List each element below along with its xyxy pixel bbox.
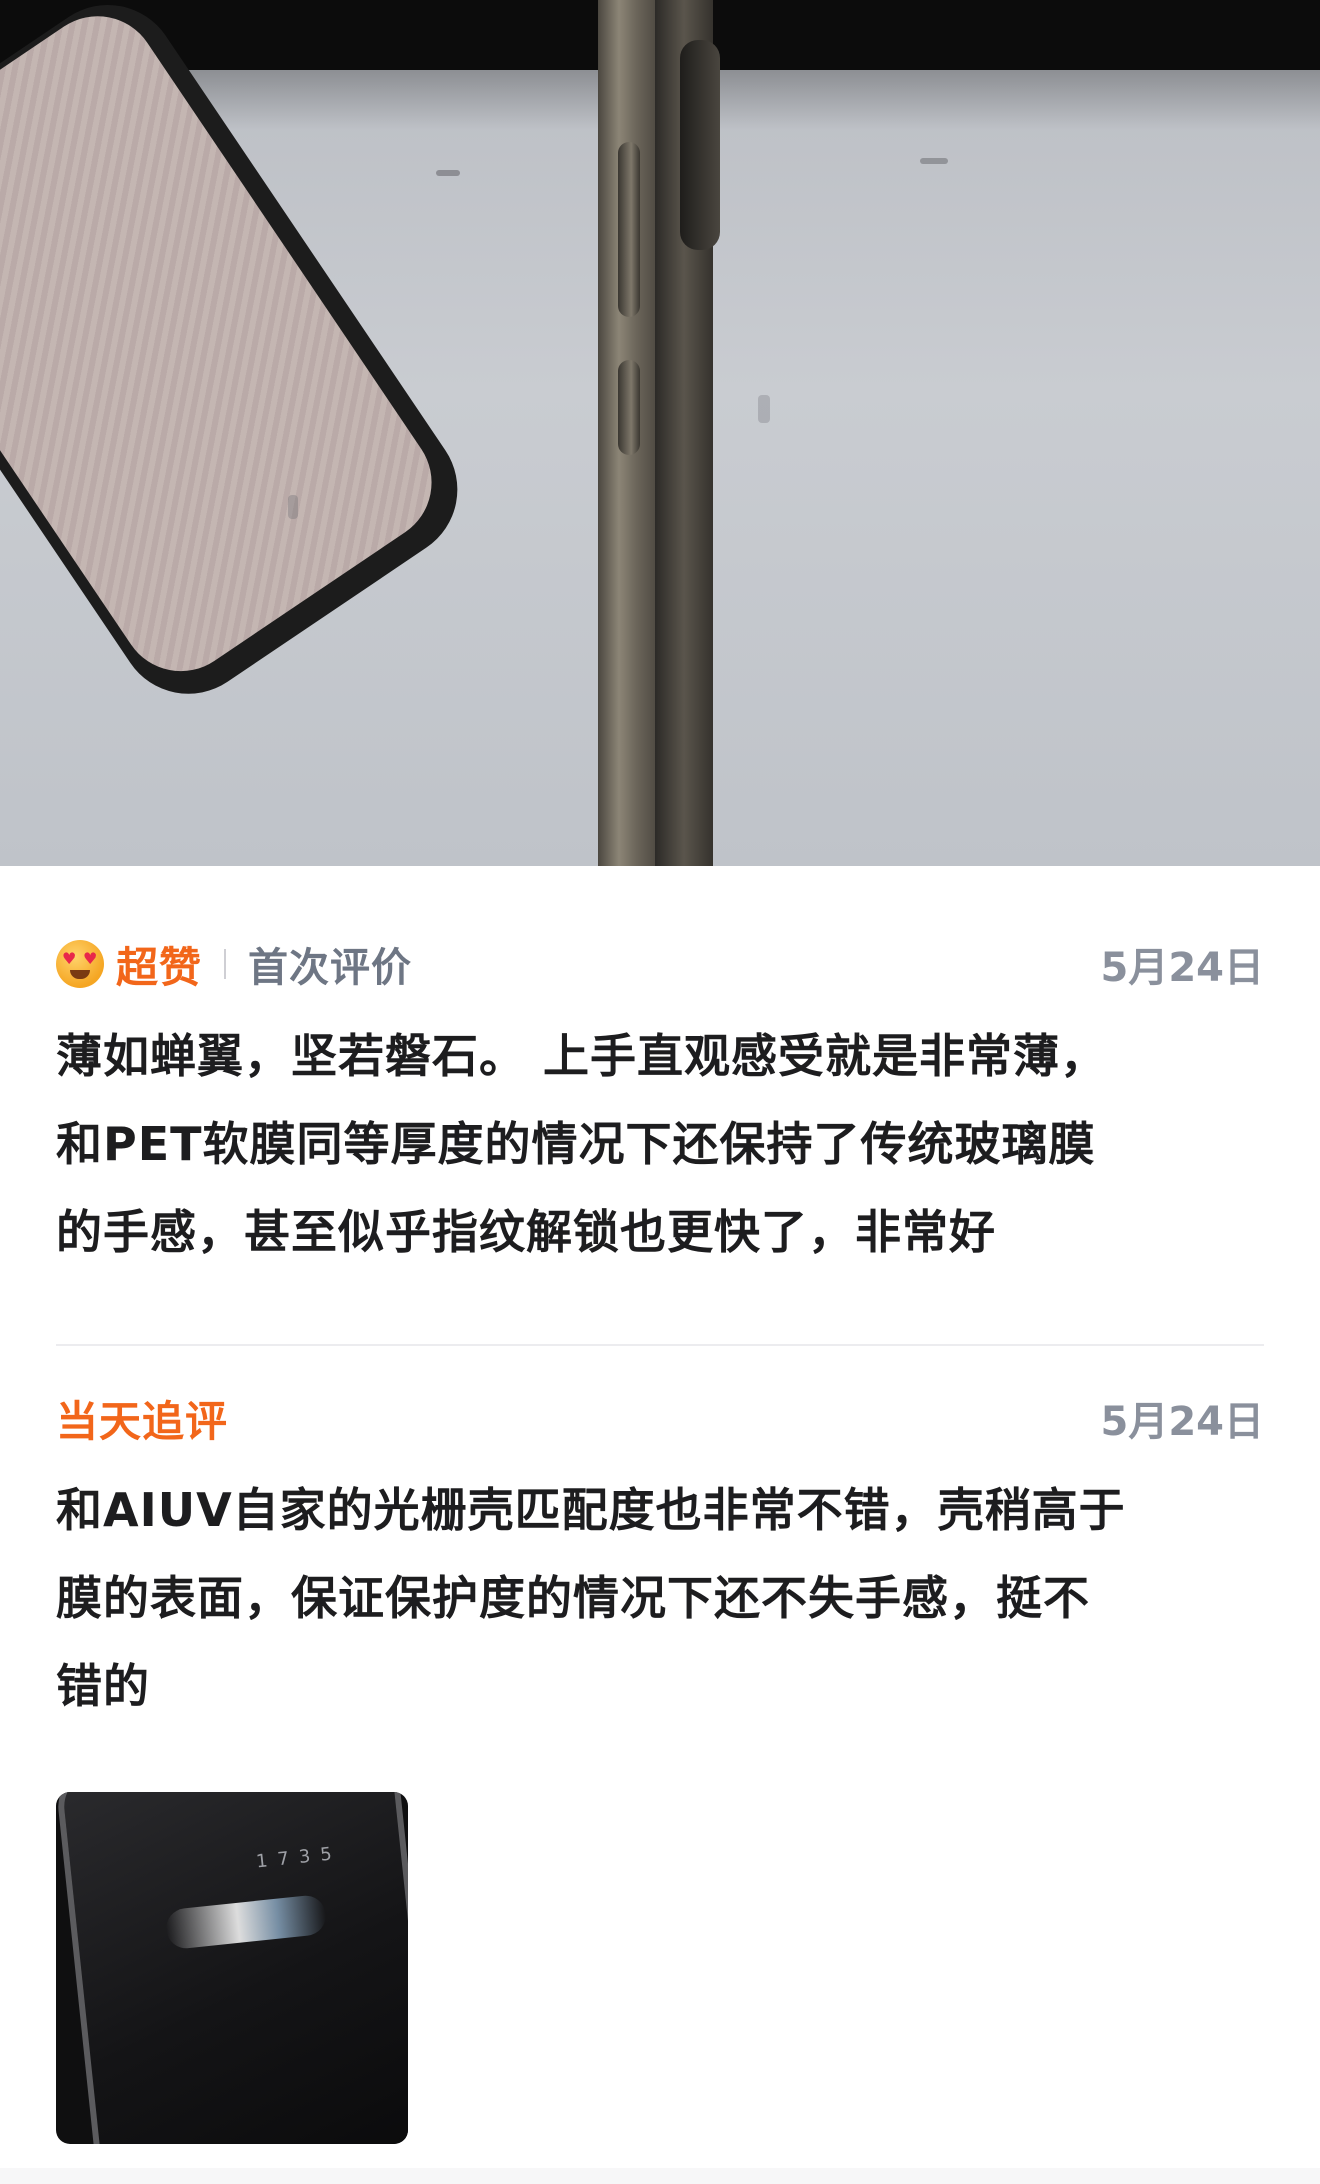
follow-up-label: 当天追评	[56, 1396, 229, 1446]
rating-label: 超赞	[116, 942, 203, 992]
surface-mark	[920, 158, 948, 164]
surface-mark	[758, 395, 770, 423]
review-text: 薄如蝉翼，坚若磐石。 上手直观感受就是非常薄， 和PET软膜同等厚度的情况下还保…	[56, 1012, 1264, 1276]
follow-up-text-line: 和AIUV自家的光栅壳匹配度也非常不错，壳稍高于	[56, 1483, 1126, 1537]
product-photo[interactable]	[0, 0, 1320, 866]
volume-up-button	[618, 142, 640, 317]
phone-screen	[56, 1792, 408, 2144]
smile-icon	[70, 970, 90, 979]
section-divider	[56, 1344, 1264, 1346]
divider	[224, 949, 227, 979]
follow-up-header: 当天追评 5月24日	[56, 1388, 1264, 1448]
review-date: 5月24日	[1100, 945, 1265, 991]
camera-bump	[680, 40, 720, 250]
heart-eyes-emoji-icon: ♥ ♥	[56, 940, 104, 988]
heart-icon: ♥	[83, 949, 98, 968]
follow-up-date: 5月24日	[1100, 1399, 1265, 1445]
surface-mark	[436, 170, 460, 176]
review-header: ♥ ♥ 超赞 首次评价 5月24日	[56, 934, 1264, 994]
heart-icon: ♥	[62, 949, 77, 968]
follow-up-text-line: 膜的表面，保证保护度的情况下还不失手感，挺不	[56, 1571, 1090, 1625]
review-text-line: 的手感，甚至似乎指纹解锁也更快了，非常好	[56, 1205, 996, 1259]
review-text-line: 薄如蝉翼，坚若磐石。 上手直观感受就是非常薄，	[56, 1029, 1108, 1083]
surface-mark	[288, 495, 298, 519]
follow-up-photo-thumbnail[interactable]: 1735	[56, 1792, 408, 2144]
review-text-line: 和PET软膜同等厚度的情况下还保持了传统玻璃膜	[56, 1117, 1096, 1171]
follow-up-text: 和AIUV自家的光栅壳匹配度也非常不错，壳稍高于 膜的表面，保证保护度的情况下还…	[56, 1466, 1264, 1730]
bottom-spacer	[0, 2168, 1320, 2184]
follow-up-text-line: 错的	[56, 1659, 150, 1713]
review-type-tag: 首次评价	[248, 945, 413, 991]
volume-down-button	[618, 360, 640, 455]
